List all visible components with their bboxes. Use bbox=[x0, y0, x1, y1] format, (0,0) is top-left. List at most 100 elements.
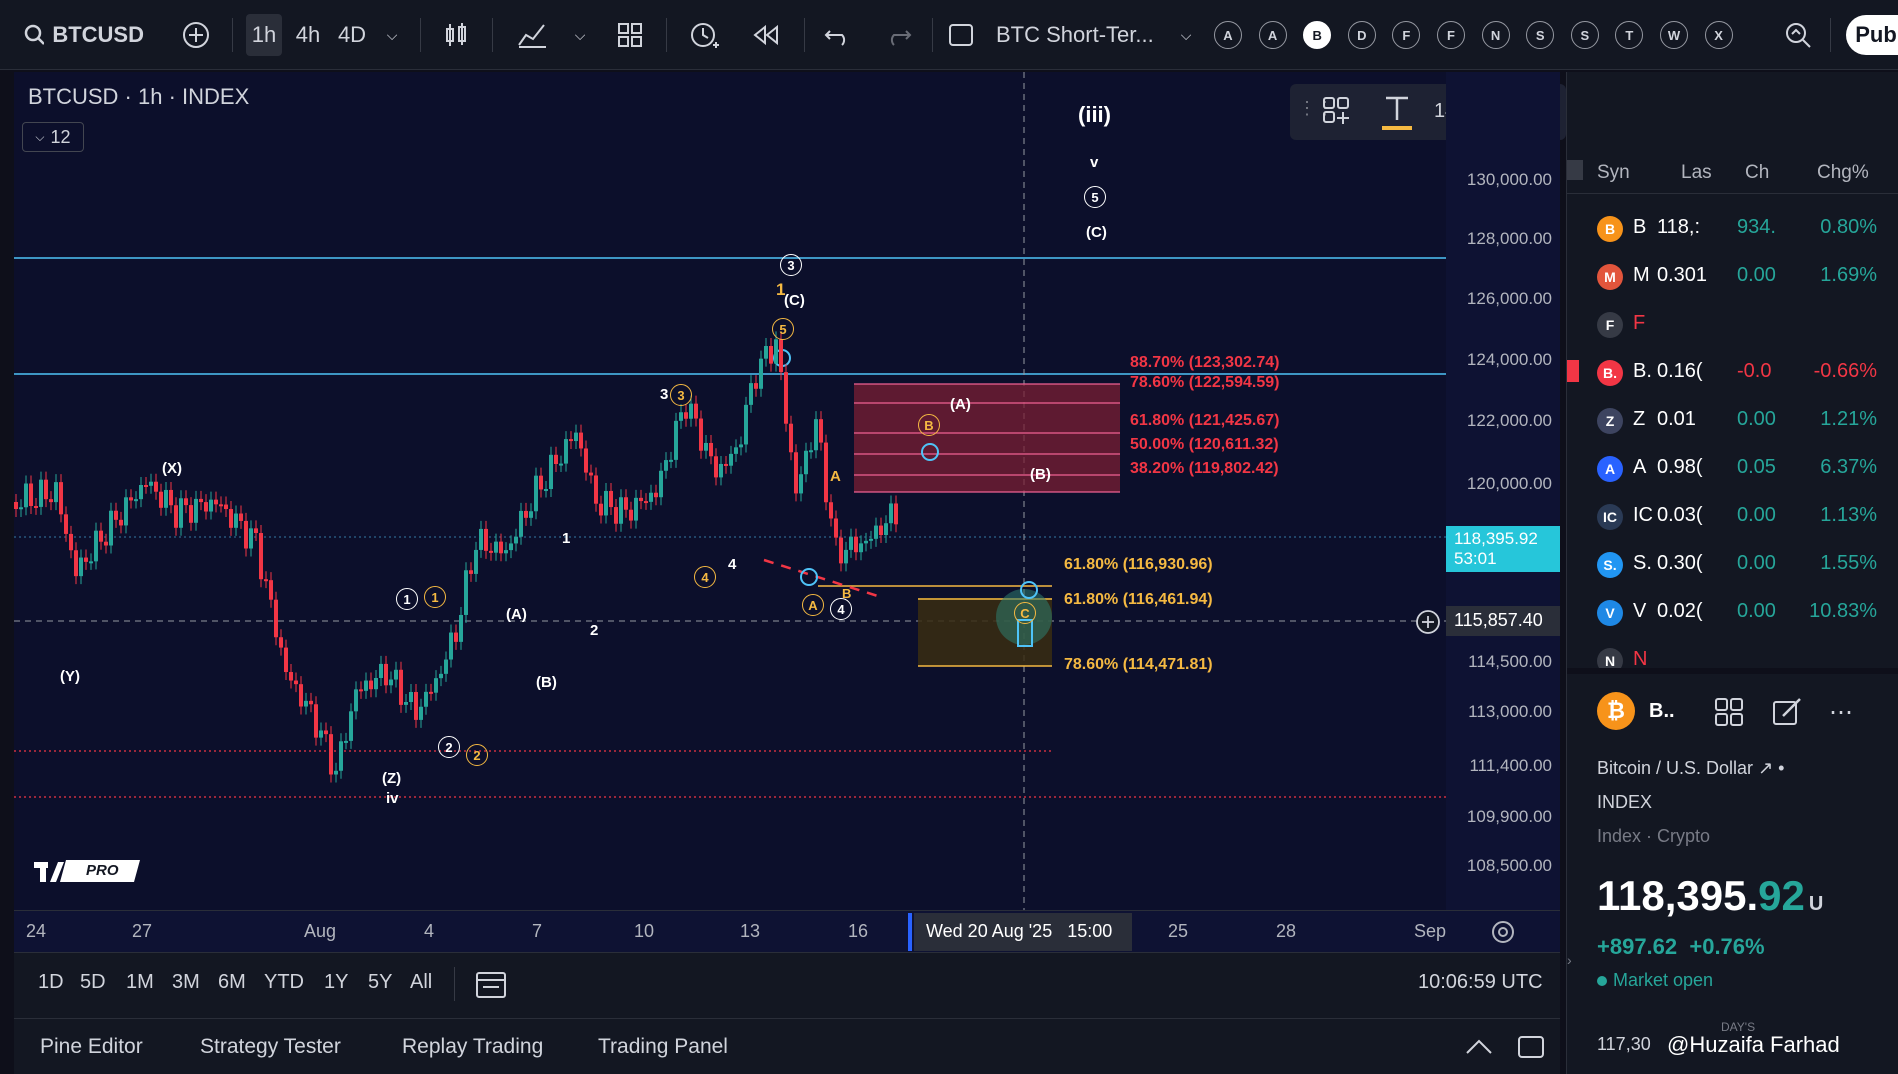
add-alert-crosshair-icon[interactable] bbox=[1414, 608, 1442, 636]
col-last[interactable]: Las bbox=[1681, 162, 1712, 184]
indicators-icon[interactable] bbox=[512, 14, 552, 56]
tab-pine-editor[interactable]: Pine Editor bbox=[40, 1035, 143, 1059]
flag-button-a[interactable]: A bbox=[1258, 21, 1287, 49]
layout-name[interactable]: BTC Short-Ter... bbox=[996, 14, 1182, 56]
flag-button-w[interactable]: W bbox=[1660, 21, 1688, 49]
price-chart bbox=[14, 72, 1446, 910]
date-range-icon[interactable] bbox=[474, 967, 508, 1006]
candle-body bbox=[324, 730, 328, 735]
range-6m[interactable]: 6M bbox=[218, 971, 246, 994]
flag-button-b[interactable]: B bbox=[1303, 21, 1332, 49]
range-5d[interactable]: 5D bbox=[80, 971, 106, 994]
watchlist-row[interactable]: B B 118,: 934. 0.80% bbox=[1567, 204, 1898, 252]
quick-search-icon[interactable] bbox=[1778, 14, 1818, 56]
candle-body bbox=[89, 561, 93, 564]
flag-button-a[interactable]: A bbox=[1214, 21, 1242, 49]
time-axis[interactable]: 24 27 Aug 4 7 10 13 16 25 28 Sep Wed 20 … bbox=[14, 910, 1560, 952]
candle-body bbox=[259, 533, 263, 580]
watchlist-row[interactable]: S. S. 0.30(0.00 1.55% bbox=[1567, 540, 1898, 588]
wave-label: (Z) bbox=[382, 770, 402, 787]
range-all[interactable]: All bbox=[410, 971, 432, 994]
watchlist-row[interactable]: A A 0.98(0.05 6.37% bbox=[1567, 444, 1898, 492]
template-grid-icon[interactable] bbox=[1320, 94, 1354, 133]
indicator-toggle[interactable]: ⌵ 12 bbox=[22, 122, 84, 152]
edit-icon[interactable] bbox=[1771, 696, 1803, 733]
price-label: 111,400.00 bbox=[1469, 756, 1552, 775]
range-1y[interactable]: 1Y bbox=[324, 971, 348, 994]
candle-body bbox=[689, 403, 693, 419]
utc-clock[interactable]: 10:06:59 UTC bbox=[1418, 971, 1543, 994]
candle-body bbox=[649, 492, 653, 502]
range-1d[interactable]: 1D bbox=[38, 971, 64, 994]
candle-body bbox=[104, 541, 108, 546]
undo-icon[interactable] bbox=[820, 14, 856, 56]
candle-body bbox=[254, 528, 258, 534]
flag-button-d[interactable]: D bbox=[1347, 21, 1376, 49]
indicators-chevron-icon[interactable]: ⌵ bbox=[568, 14, 592, 56]
candle-body bbox=[589, 472, 593, 476]
time-label: Aug bbox=[304, 921, 337, 941]
flag-button-n[interactable]: N bbox=[1481, 21, 1510, 49]
flag-button-f[interactable]: F bbox=[1437, 21, 1465, 49]
tab-trading-panel[interactable]: Trading Panel bbox=[598, 1035, 728, 1059]
watchlist-row[interactable]: FF bbox=[1567, 300, 1898, 348]
tab-replay-trading[interactable]: Replay Trading bbox=[402, 1035, 543, 1059]
flag-button-s[interactable]: S bbox=[1526, 21, 1555, 49]
details-more-icon[interactable]: ⋯ bbox=[1829, 698, 1853, 727]
tab-strategy-tester[interactable]: Strategy Tester bbox=[200, 1035, 341, 1059]
candle-body bbox=[839, 537, 843, 564]
flag-marker[interactable] bbox=[1567, 360, 1579, 382]
flag-button-s[interactable]: S bbox=[1570, 21, 1599, 49]
layout-chevron-icon[interactable]: ⌵ bbox=[1176, 14, 1196, 56]
drag-handle-icon[interactable]: ⋮⋮ bbox=[1298, 98, 1334, 126]
wave-label-yellow: A bbox=[830, 468, 841, 485]
col-change-pct[interactable]: Chg% bbox=[1817, 162, 1869, 184]
flag-button-t[interactable]: T bbox=[1615, 21, 1644, 49]
text-color-icon[interactable] bbox=[1380, 92, 1414, 132]
compare-add-button[interactable] bbox=[178, 14, 214, 56]
interval-1h[interactable]: 1h bbox=[246, 14, 282, 56]
layout-grid-icon[interactable] bbox=[612, 14, 648, 56]
col-change[interactable]: Ch bbox=[1745, 162, 1769, 184]
range-5y[interactable]: 5Y bbox=[368, 971, 392, 994]
col-symbol[interactable]: Syn bbox=[1597, 162, 1630, 184]
watchlist-pct: 10.83% bbox=[1809, 600, 1877, 622]
price-axis[interactable]: 130,000.00 128,000.00 126,000.00 124,000… bbox=[1446, 72, 1560, 910]
watchlist-row[interactable]: V V 0.02(0.00 10.83% bbox=[1567, 588, 1898, 636]
publish-button[interactable]: Pub bbox=[1846, 15, 1898, 55]
interval-4h[interactable]: 4h bbox=[290, 14, 326, 56]
collapse-panel-icon[interactable]: › bbox=[1567, 952, 1579, 992]
axis-settings-icon[interactable] bbox=[1490, 919, 1516, 950]
candle-body bbox=[69, 533, 73, 551]
alert-clock-icon[interactable] bbox=[684, 14, 724, 56]
redo-icon[interactable] bbox=[880, 14, 916, 56]
watchlist-row[interactable]: M M 0.301 0.00 1.69% bbox=[1567, 252, 1898, 300]
range-ytd[interactable]: YTD bbox=[264, 971, 304, 994]
maximize-panel-icon[interactable] bbox=[1516, 1033, 1546, 1066]
replay-icon[interactable] bbox=[748, 14, 784, 56]
candle-body bbox=[774, 339, 778, 364]
range-3m[interactable]: 3M bbox=[172, 971, 200, 994]
details-name[interactable]: Bitcoin / U.S. Dollar ↗ • bbox=[1597, 758, 1784, 779]
chart-pane[interactable]: BTCUSD · 1h · INDEX ⌵ 12 88.70% (123,302… bbox=[14, 72, 1446, 910]
watchlist-row[interactable]: IC IC 0.03(0.00 1.13% bbox=[1567, 492, 1898, 540]
candles-icon[interactable] bbox=[438, 14, 474, 56]
interval-4d[interactable]: 4D bbox=[334, 14, 370, 56]
layout-box-icon[interactable] bbox=[944, 14, 978, 56]
flag-button-x[interactable]: X bbox=[1704, 21, 1733, 49]
flag-button-f[interactable]: F bbox=[1392, 21, 1421, 49]
watchlist-row[interactable]: B. B. 0.16(-0.0 -0.66% bbox=[1567, 348, 1898, 396]
range-1m[interactable]: 1M bbox=[126, 971, 154, 994]
symbol-search[interactable]: BTCUSD bbox=[24, 14, 144, 56]
watchlist-row[interactable]: NN bbox=[1567, 636, 1898, 684]
price-label: 128,000.00 bbox=[1466, 229, 1552, 248]
interval-dropdown-chevron-icon[interactable]: ⌵ bbox=[378, 14, 406, 56]
watchlist-row[interactable]: Z Z 0.01 0.00 1.21% bbox=[1567, 396, 1898, 444]
chevron-up-icon[interactable] bbox=[1464, 1037, 1494, 1062]
range-divider bbox=[454, 967, 455, 1001]
grid-icon[interactable] bbox=[1713, 696, 1745, 733]
candle-body bbox=[244, 520, 248, 549]
status-dot-icon bbox=[1597, 976, 1607, 986]
details-symbol[interactable]: B.. bbox=[1649, 700, 1675, 723]
candle-body bbox=[749, 383, 753, 405]
